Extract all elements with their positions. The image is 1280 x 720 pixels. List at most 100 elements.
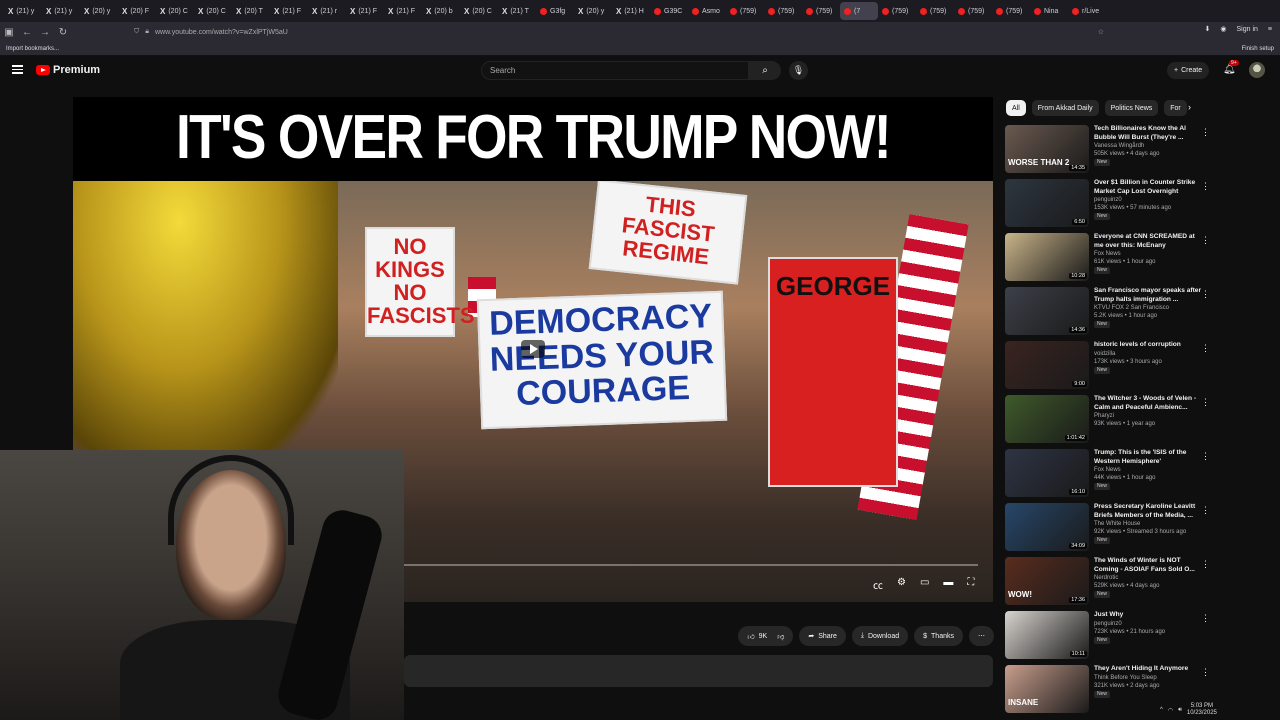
more-actions-button[interactable]: ⋯ bbox=[969, 626, 994, 646]
browser-tab[interactable]: Nina bbox=[1030, 2, 1068, 20]
video-title[interactable]: Everyone at CNN SCREAMED at me over this… bbox=[1094, 233, 1206, 250]
theater-icon[interactable]: ▬ bbox=[943, 577, 953, 592]
video-thumbnail[interactable]: 16:10 bbox=[1005, 449, 1089, 497]
sign-in-button[interactable]: Sign in bbox=[1237, 26, 1258, 33]
browser-tab[interactable]: (759) bbox=[726, 2, 764, 20]
channel-name[interactable]: penguinz0 bbox=[1094, 620, 1206, 628]
recommendation-item[interactable]: WOW! 17:36 The Winds of Winter is NOT Comi… bbox=[1005, 557, 1275, 611]
notifications-button[interactable]: 🔔︎ 9+ bbox=[1223, 60, 1239, 75]
browser-tab[interactable]: X (20) C bbox=[194, 2, 232, 20]
recommendation-item[interactable]: 6:50 Over $1 Billion in Counter Strike Ma… bbox=[1005, 179, 1275, 233]
video-title[interactable]: The Witcher 3 - Woods of Velen - Calm an… bbox=[1094, 395, 1206, 412]
thanks-button[interactable]: $ Thanks bbox=[914, 626, 963, 646]
more-options-icon[interactable]: ⋮ bbox=[1201, 289, 1210, 300]
browser-tab[interactable]: (759) bbox=[954, 2, 992, 20]
menu-icon[interactable]: ≡ bbox=[1268, 26, 1272, 33]
fullscreen-icon[interactable]: ⛶ bbox=[967, 577, 974, 592]
video-title[interactable]: Trump: This is the 'ISIS of the Western … bbox=[1094, 449, 1206, 466]
miniplayer-icon[interactable]: ▭ bbox=[920, 577, 929, 592]
browser-tab[interactable]: X (20) y bbox=[80, 2, 118, 20]
video-title[interactable]: Tech Billionaires Know the AI Bubble Wil… bbox=[1094, 125, 1206, 142]
video-title[interactable]: The Winds of Winter is NOT Coming - ASOI… bbox=[1094, 557, 1206, 574]
video-thumbnail[interactable]: 10:11 bbox=[1005, 611, 1089, 659]
filter-chip[interactable]: All bbox=[1006, 100, 1026, 116]
channel-name[interactable]: Vanessa Wingårdh bbox=[1094, 142, 1206, 150]
browser-tab[interactable]: r/Live bbox=[1068, 2, 1106, 20]
more-options-icon[interactable]: ⋮ bbox=[1201, 559, 1210, 570]
download-button[interactable]: ⤓ Download bbox=[851, 626, 909, 646]
settings-gear-icon[interactable]: ⚙ bbox=[897, 577, 906, 592]
browser-tab[interactable]: X (20) C bbox=[156, 2, 194, 20]
voice-search-button[interactable]: 🎙︎ bbox=[789, 61, 808, 80]
tray-chevron-icon[interactable]: ^ bbox=[1160, 707, 1163, 713]
filter-chip[interactable]: Politics News bbox=[1104, 100, 1159, 116]
browser-tab[interactable]: (759) bbox=[802, 2, 840, 20]
subtitles-icon[interactable]: ㏄ bbox=[873, 577, 883, 592]
browser-tab[interactable]: (759) bbox=[992, 2, 1030, 20]
channel-name[interactable]: Nerdrotic bbox=[1094, 574, 1206, 582]
volume-icon[interactable]: 🔊︎ bbox=[1178, 707, 1182, 714]
recommendation-item[interactable]: 10:28 Everyone at CNN SCREAMED at me over… bbox=[1005, 233, 1275, 287]
browser-tab[interactable]: X (21) H bbox=[612, 2, 650, 20]
progress-bar[interactable] bbox=[403, 564, 978, 566]
browser-tab[interactable]: Asmo bbox=[688, 2, 726, 20]
more-options-icon[interactable]: ⋮ bbox=[1201, 343, 1210, 354]
recommendation-item[interactable]: 34:09 Press Secretary Karoline Leavitt Br… bbox=[1005, 503, 1275, 557]
video-title[interactable]: Just Why bbox=[1094, 611, 1206, 620]
recommendation-item[interactable]: 14:36 San Francisco mayor speaks after Tr… bbox=[1005, 287, 1275, 341]
recommendation-item[interactable]: 16:10 Trump: This is the 'ISIS of the Wes… bbox=[1005, 449, 1275, 503]
finish-setup-link[interactable]: Finish setup bbox=[1242, 46, 1274, 52]
browser-tab[interactable]: X (21) r bbox=[308, 2, 346, 20]
filter-chip[interactable]: From Akkad Daily bbox=[1031, 100, 1099, 116]
avatar[interactable] bbox=[1249, 62, 1265, 78]
browser-tab[interactable]: X (21) F bbox=[270, 2, 308, 20]
share-button[interactable]: ➦ Share bbox=[799, 626, 846, 646]
browser-tab[interactable]: X (21) T bbox=[498, 2, 536, 20]
video-thumbnail[interactable]: 14:36 bbox=[1005, 287, 1089, 335]
thumbs-down-icon[interactable]: 👎︎ bbox=[777, 632, 784, 641]
more-options-icon[interactable]: ⋮ bbox=[1201, 505, 1210, 516]
search-button[interactable]: ⌕ bbox=[749, 61, 781, 80]
channel-name[interactable]: Fox News bbox=[1094, 466, 1206, 474]
video-thumbnail[interactable]: 34:09 bbox=[1005, 503, 1089, 551]
import-bookmarks-link[interactable]: Import bookmarks... bbox=[6, 46, 59, 52]
reload-button[interactable]: ↻ bbox=[54, 27, 72, 38]
channel-name[interactable]: Pharyzi bbox=[1094, 412, 1206, 420]
video-title[interactable]: Over $1 Billion in Counter Strike Market… bbox=[1094, 179, 1206, 196]
forward-button[interactable]: → bbox=[36, 27, 54, 38]
browser-tab[interactable]: (759) bbox=[764, 2, 802, 20]
more-options-icon[interactable]: ⋮ bbox=[1201, 451, 1210, 462]
video-title[interactable]: San Francisco mayor speaks after Trump h… bbox=[1094, 287, 1206, 304]
star-icon[interactable]: ☆ bbox=[1098, 28, 1104, 36]
video-thumbnail[interactable]: 6:50 bbox=[1005, 179, 1089, 227]
browser-tab[interactable]: X (21) F bbox=[384, 2, 422, 20]
video-thumbnail[interactable]: WORSE THAN 2 14:35 bbox=[1005, 125, 1089, 173]
url-bar[interactable]: ⛉ 🔒︎ www.youtube.com/watch?v=wZxlPTjW5aU… bbox=[134, 25, 1104, 39]
channel-name[interactable]: Fox News bbox=[1094, 250, 1206, 258]
video-title[interactable]: Press Secretary Karoline Leavitt Briefs … bbox=[1094, 503, 1206, 520]
recommendation-item[interactable]: WORSE THAN 2 14:35 Tech Billionaires Know … bbox=[1005, 125, 1275, 179]
filter-chip[interactable]: For bbox=[1164, 100, 1187, 116]
wifi-icon[interactable]: ◠ bbox=[1168, 707, 1173, 714]
channel-name[interactable]: Think Before You Sleep bbox=[1094, 674, 1206, 682]
more-options-icon[interactable]: ⋮ bbox=[1201, 127, 1210, 138]
channel-name[interactable]: KTVU FOX 2 San Francisco bbox=[1094, 304, 1206, 312]
account-icon[interactable]: ◉ bbox=[1220, 25, 1226, 33]
url-text[interactable]: www.youtube.com/watch?v=wZxlPTjW5aU bbox=[155, 29, 288, 36]
more-options-icon[interactable]: ⋮ bbox=[1201, 181, 1210, 192]
channel-name[interactable]: voidzilla bbox=[1094, 350, 1206, 358]
browser-tab[interactable]: G3fg bbox=[536, 2, 574, 20]
video-thumbnail[interactable]: 9:00 bbox=[1005, 341, 1089, 389]
more-options-icon[interactable]: ⋮ bbox=[1201, 613, 1210, 624]
browser-tab[interactable]: X (20) y bbox=[574, 2, 612, 20]
back-button[interactable]: ← bbox=[18, 27, 36, 38]
like-button[interactable]: 👍︎ 9K 👎︎ bbox=[738, 626, 794, 646]
more-options-icon[interactable]: ⋮ bbox=[1201, 397, 1210, 408]
search-input[interactable]: Search bbox=[481, 61, 749, 80]
browser-tab[interactable]: X (21) y bbox=[4, 2, 42, 20]
play-icon[interactable] bbox=[521, 340, 545, 358]
browser-tab[interactable]: (759) bbox=[916, 2, 954, 20]
video-thumbnail[interactable]: INSANE bbox=[1005, 665, 1089, 713]
video-title[interactable]: They Aren't Hiding It Anymore bbox=[1094, 665, 1206, 674]
description-box[interactable] bbox=[404, 655, 993, 687]
